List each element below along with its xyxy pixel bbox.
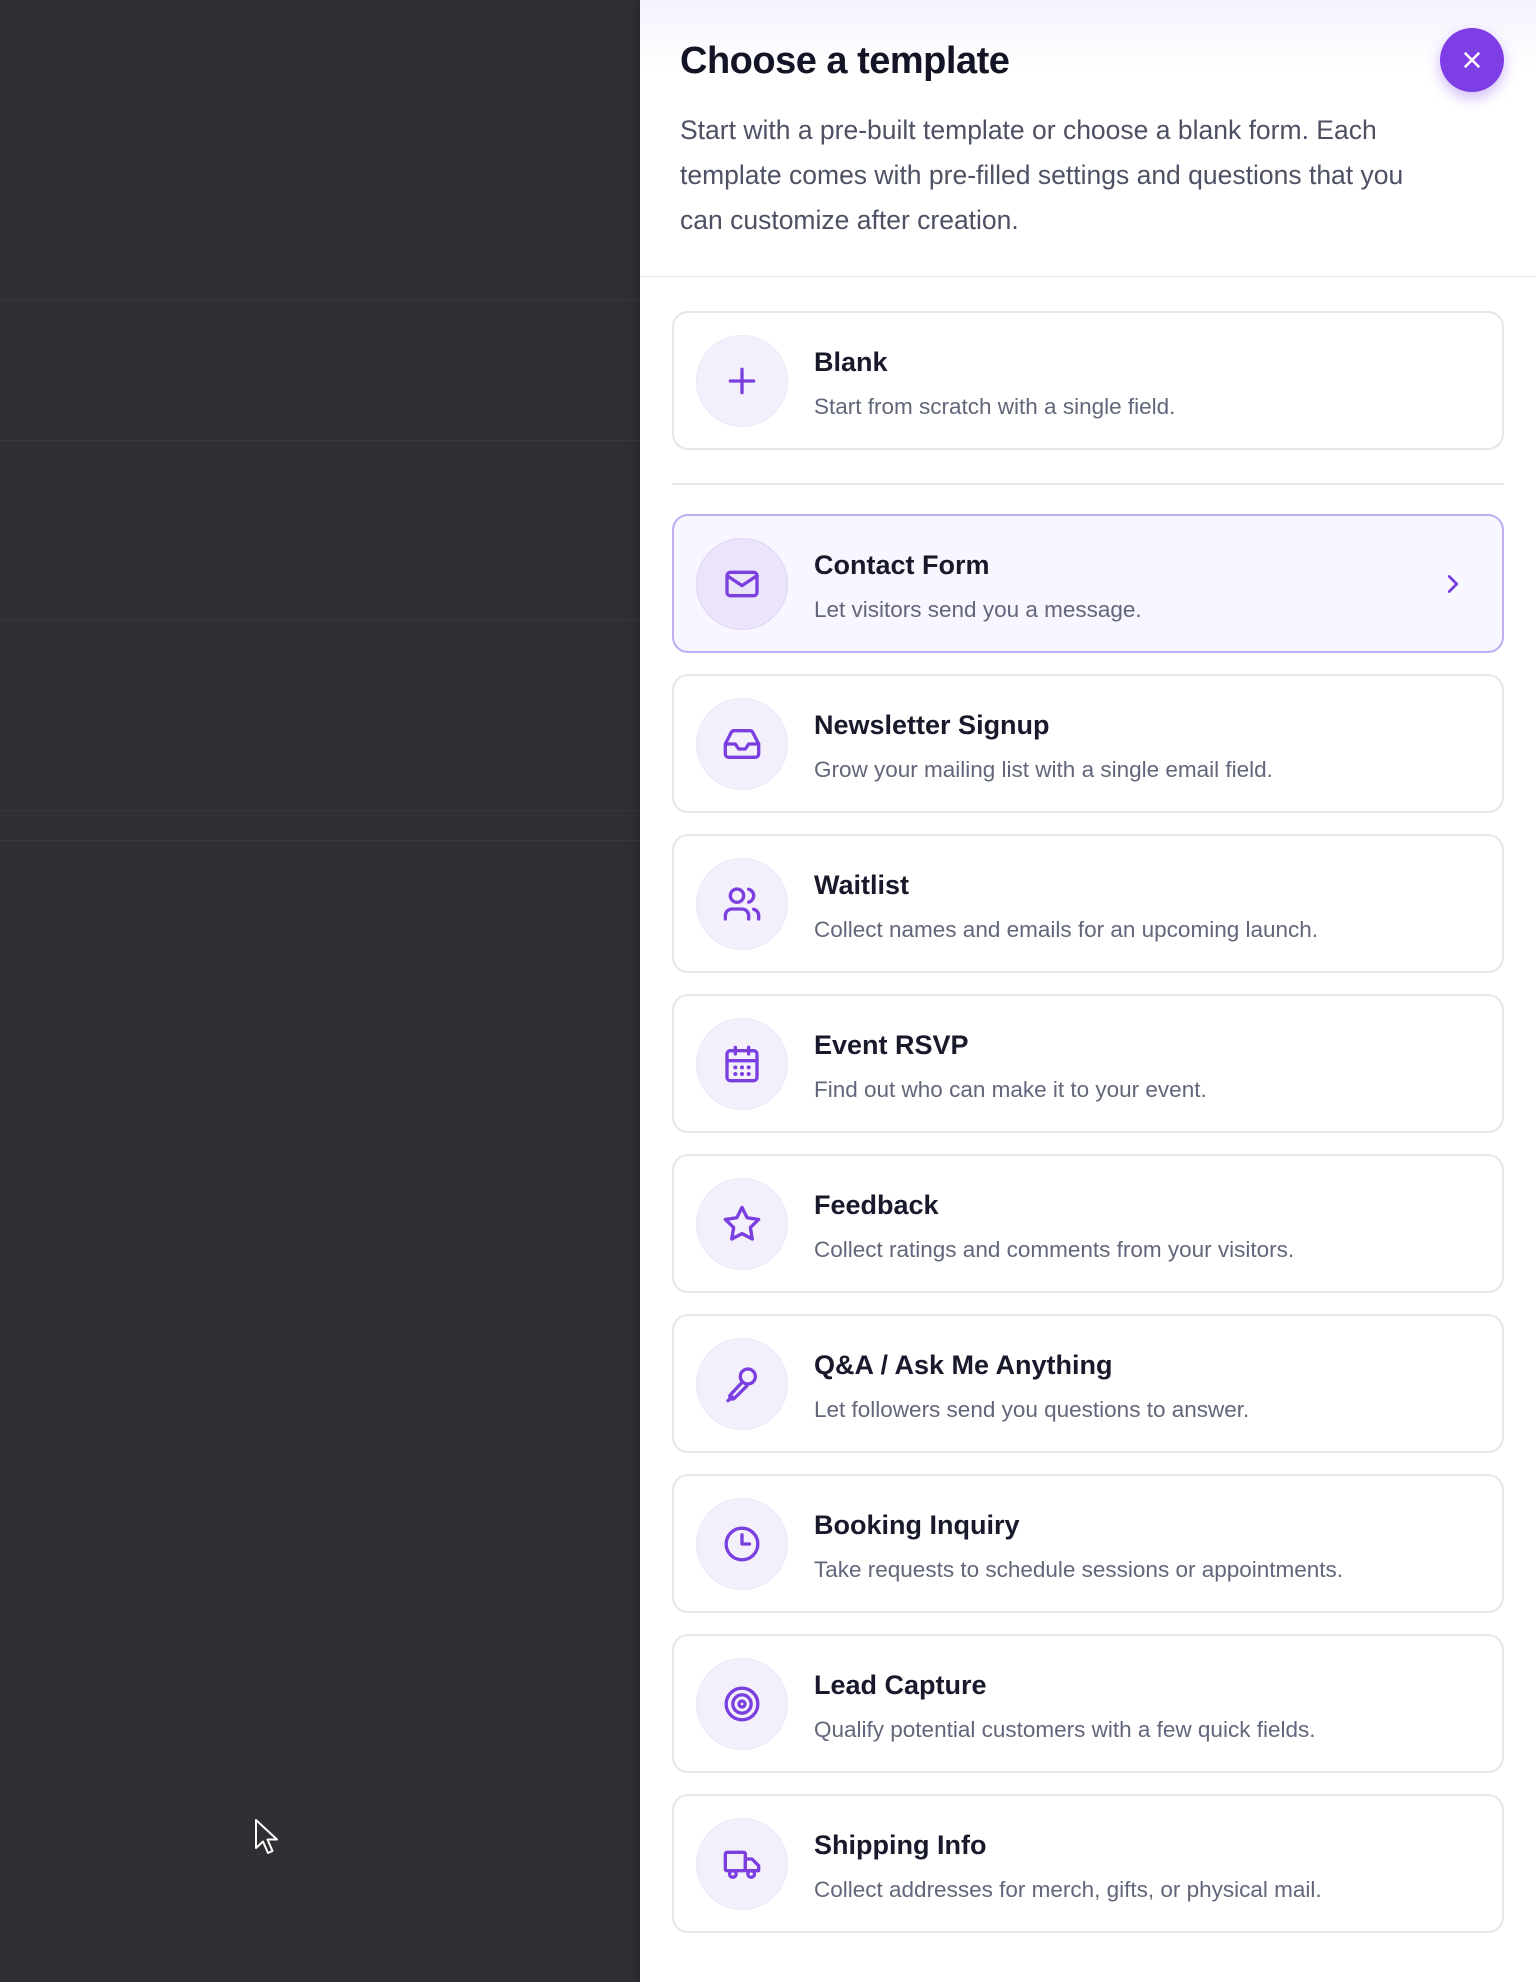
template-description: Collect ratings and comments from your v… — [814, 1237, 1295, 1262]
template-title: Q&A / Ask Me Anything — [814, 1350, 1113, 1380]
mouse-cursor-icon — [255, 1819, 278, 1854]
template-icon-badge — [696, 1658, 788, 1750]
backdrop-divider — [0, 810, 640, 811]
template-icon-badge — [696, 1178, 788, 1270]
truck-icon — [723, 1850, 761, 1879]
template-drawer: Choose a template Start with a pre-built… — [640, 0, 1536, 1982]
drawer-description: Start with a pre-built template or choos… — [680, 115, 1404, 235]
plus-icon — [728, 367, 756, 395]
clock-icon — [724, 1526, 760, 1562]
template-title: Lead Capture — [814, 1670, 987, 1700]
drawer-title: Choose a template — [680, 40, 1010, 82]
backdrop-divider — [0, 300, 640, 301]
template-description: Let visitors send you a message. — [814, 597, 1142, 622]
template-title: Event RSVP — [814, 1030, 969, 1060]
template-icon-badge — [696, 538, 788, 630]
template-title: Blank — [814, 347, 888, 377]
template-icon-badge — [696, 698, 788, 790]
target-icon — [724, 1686, 760, 1722]
mail-icon — [725, 570, 759, 598]
template-icon-badge — [696, 335, 788, 427]
template-card-contact-form[interactable]: Contact Form Let visitors send you a mes… — [672, 514, 1504, 653]
modal-backdrop[interactable] — [0, 0, 640, 1982]
backdrop-divider — [0, 440, 640, 441]
template-description: Take requests to schedule sessions or ap… — [814, 1557, 1344, 1582]
template-card-qa[interactable]: Q&A / Ask Me Anything Let followers send… — [672, 1314, 1504, 1453]
template-description: Grow your mailing list with a single ema… — [814, 757, 1273, 782]
template-description: Collect addresses for merch, gifts, or p… — [814, 1877, 1322, 1902]
calendar-icon — [725, 1045, 759, 1083]
template-title: Feedback — [814, 1190, 939, 1220]
template-title: Waitlist — [814, 870, 910, 900]
template-card-feedback[interactable]: Feedback Collect ratings and comments fr… — [672, 1154, 1504, 1293]
template-card-lead-capture[interactable]: Lead Capture Qualify potential customers… — [672, 1634, 1504, 1773]
section-divider — [672, 483, 1504, 485]
inbox-icon — [723, 729, 761, 759]
backdrop-divider — [0, 840, 640, 841]
template-card-booking-inquiry[interactable]: Booking Inquiry Take requests to schedul… — [672, 1474, 1504, 1613]
template-list: Blank Start from scratch with a single f… — [672, 311, 1504, 1954]
template-title: Booking Inquiry — [814, 1510, 1020, 1540]
star-icon — [723, 1205, 761, 1241]
template-card-waitlist[interactable]: Waitlist Collect names and emails for an… — [672, 834, 1504, 973]
users-icon — [723, 887, 761, 921]
close-button[interactable] — [1440, 28, 1504, 92]
close-icon — [1464, 52, 1480, 68]
template-icon-badge — [696, 1338, 788, 1430]
template-description: Qualify potential customers with a few q… — [814, 1717, 1316, 1742]
template-description: Find out who can make it to your event. — [814, 1077, 1207, 1102]
chevron-right-icon — [1447, 575, 1459, 593]
template-description: Let followers send you questions to answ… — [814, 1397, 1250, 1422]
template-icon-badge — [696, 1818, 788, 1910]
template-title: Shipping Info — [814, 1830, 987, 1860]
drawer-header: Choose a template Start with a pre-built… — [640, 0, 1536, 277]
template-card-blank[interactable]: Blank Start from scratch with a single f… — [672, 311, 1504, 450]
template-title: Newsletter Signup — [814, 710, 1050, 740]
template-icon-badge — [696, 1018, 788, 1110]
backdrop-divider — [0, 620, 640, 621]
template-description: Start from scratch with a single field. — [814, 394, 1176, 419]
template-card-event-rsvp[interactable]: Event RSVP Find out who can make it to y… — [672, 994, 1504, 1133]
template-icon-badge — [696, 1498, 788, 1590]
template-description: Collect names and emails for an upcoming… — [814, 917, 1319, 942]
template-icon-badge — [696, 858, 788, 950]
template-title: Contact Form — [814, 550, 990, 580]
template-card-shipping-info[interactable]: Shipping Info Collect addresses for merc… — [672, 1794, 1504, 1933]
template-card-newsletter-signup[interactable]: Newsletter Signup Grow your mailing list… — [672, 674, 1504, 813]
microphone-icon — [726, 1367, 757, 1403]
